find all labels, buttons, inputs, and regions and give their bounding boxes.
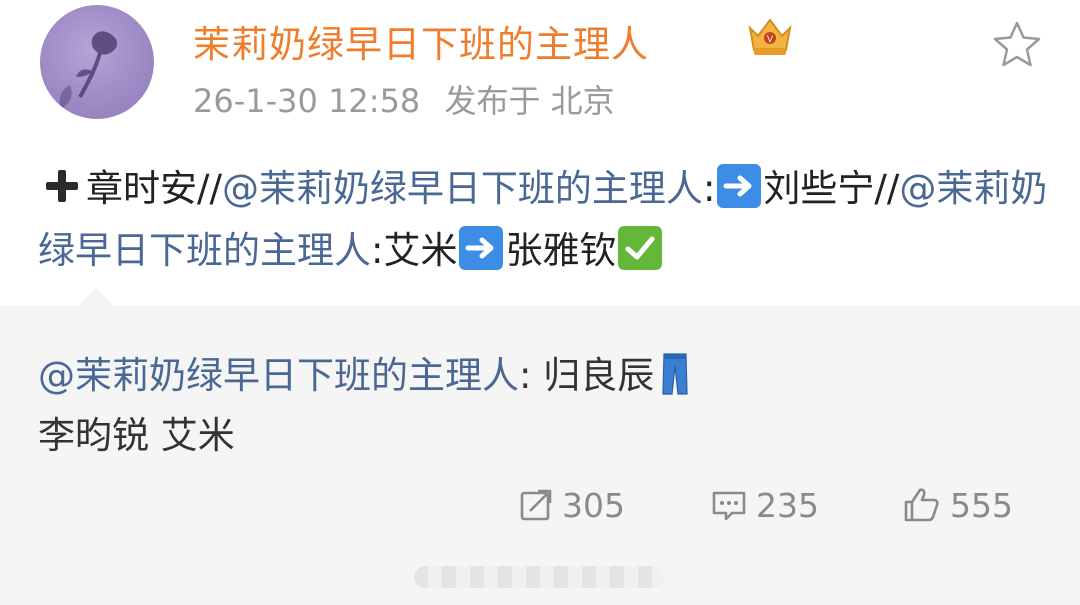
quote-pointer: [78, 288, 114, 306]
repost-icon: [520, 489, 552, 521]
check-mark-icon: [625, 236, 655, 260]
heavy-plus-sign-emoji: [40, 164, 84, 208]
comment-icon: [712, 491, 746, 521]
right-arrow-icon: [465, 237, 494, 259]
weibo-post-card: 茉莉奶绿早日下班的主理人 V 26-1-30 12:58 发布于 北京 章时安/…: [0, 0, 1080, 605]
jeans-emoji: [662, 353, 688, 395]
post-text-segment: :艾米: [371, 229, 458, 272]
right-arrow-emoji: [717, 164, 762, 208]
timestamp: 26-1-30 12:58: [193, 82, 421, 120]
quoted-post-text: @茉莉奶绿早日下班的主理人: 归良辰 李昀锐 艾米: [38, 346, 1038, 466]
post-text-segment: 张雅钦: [505, 229, 617, 272]
thumbs-up-icon: [904, 488, 939, 522]
post-location: 发布于 北京: [444, 82, 615, 120]
mention-link[interactable]: @茉莉奶绿早日下班的主理人: [222, 167, 703, 210]
comment-count: 235: [756, 485, 819, 525]
right-arrow-emoji: [459, 226, 504, 270]
svg-text:V: V: [767, 34, 773, 44]
right-arrow-icon: [723, 175, 752, 197]
rose-silhouette-icon: [59, 31, 118, 109]
post-body: 章时安//@茉莉奶绿早日下班的主理人: 刘些宁//@茉莉奶绿早日下班的主理人:艾…: [38, 158, 1048, 282]
star-outline-icon[interactable]: [990, 18, 1044, 72]
vip-crown-icon[interactable]: V: [744, 14, 796, 58]
username[interactable]: 茉莉奶绿早日下班的主理人: [193, 14, 649, 68]
post-text-segment: 章时安//: [86, 167, 222, 210]
check-mark-button-emoji: [618, 226, 663, 270]
scroll-indicator: [414, 566, 664, 588]
action-bar: 305 235 555: [0, 480, 1080, 530]
comment-button[interactable]: 235: [710, 480, 819, 530]
quoted-mention-link[interactable]: @茉莉奶绿早日下班的主理人: [38, 354, 519, 397]
quoted-text-segment: 李昀锐 艾米: [38, 414, 235, 457]
repost-button[interactable]: 305: [518, 480, 625, 530]
repost-count: 305: [562, 485, 625, 525]
post-text-segment: 刘些宁//: [763, 167, 900, 210]
post-text-segment: :: [702, 167, 716, 210]
quoted-text-segment: : 归良辰: [519, 354, 655, 397]
like-count: 555: [950, 485, 1013, 525]
avatar[interactable]: [40, 5, 154, 119]
like-button[interactable]: 555: [902, 480, 1013, 530]
post-meta: 26-1-30 12:58 发布于 北京: [193, 76, 615, 122]
